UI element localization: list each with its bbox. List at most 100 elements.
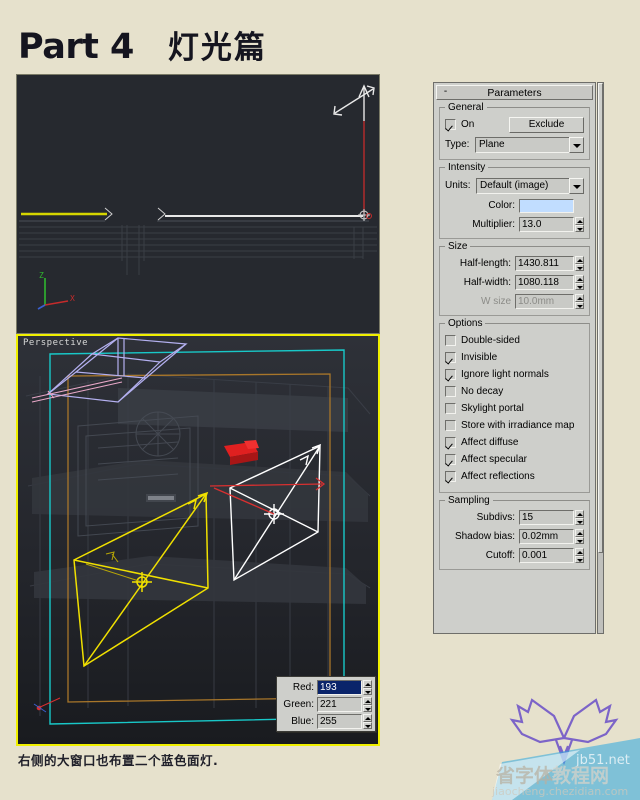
general-on-row: On Exclude [445, 116, 584, 133]
option-checkbox[interactable] [445, 385, 456, 397]
title-chinese: 灯光篇 [167, 30, 267, 66]
page-root: Part 4 灯光篇 Z X Perspective Red: 193 Gree… [0, 0, 640, 800]
viewport-perspective-label: Perspective [23, 338, 89, 348]
option-checkbox[interactable] [445, 368, 456, 380]
type-value: Plane [475, 136, 569, 153]
option-checkbox[interactable] [445, 453, 456, 465]
option-row[interactable]: Double-sided [445, 333, 584, 347]
watermark-cn-left: 省字体 [495, 764, 554, 787]
type-label: Type: [445, 139, 470, 150]
sampling-shadow-bias-row: Shadow bias: 0.02mm [445, 529, 584, 544]
group-size: Size Half-length: 1430.811 Half-width: 1… [439, 241, 590, 316]
blue-input[interactable]: 255 [317, 714, 362, 729]
red-input[interactable]: 193 [317, 680, 362, 695]
option-checkbox[interactable] [445, 402, 456, 414]
group-general: General On Exclude Type: Plane [439, 102, 590, 160]
group-options-label: Options [445, 318, 486, 329]
rgb-row-blue: Blue: 255 [280, 714, 372, 729]
subdivs-label: Subdivs: [476, 512, 515, 523]
blue-spinner[interactable] [363, 714, 372, 729]
option-label: Affect diffuse [461, 436, 519, 448]
page-title: Part 4 灯光篇 [18, 22, 267, 67]
group-general-label: General [445, 102, 487, 113]
wings-logo-icon [509, 698, 619, 766]
subdivs-spinner[interactable] [575, 510, 584, 525]
option-row[interactable]: Affect diffuse [445, 435, 584, 449]
chevron-down-icon[interactable] [569, 136, 584, 153]
red-spinner[interactable] [363, 680, 372, 695]
watermark: jb51.net 省字体 教程网 jiaocheng.chezidian.com [488, 676, 640, 800]
half-width-label: Half-width: [463, 277, 511, 288]
watermark-url: jiaocheng.chezidian.com [491, 785, 628, 798]
intensity-color-row: Color: [445, 198, 584, 213]
rgb-row-green: Green: 221 [280, 697, 372, 712]
on-checkbox[interactable] [445, 119, 456, 130]
units-label: Units: [445, 180, 471, 191]
svg-text:X: X [70, 294, 75, 303]
half-width-input[interactable]: 1080.118 [515, 275, 574, 290]
option-row[interactable]: Affect reflections [445, 469, 584, 483]
option-row[interactable]: No decay [445, 384, 584, 398]
option-checkbox[interactable] [445, 470, 456, 482]
color-swatch[interactable] [519, 198, 574, 213]
option-checkbox[interactable] [445, 436, 456, 448]
option-checkbox[interactable] [445, 419, 456, 431]
blue-label: Blue: [291, 716, 314, 727]
option-label: Store with irradiance map [461, 419, 575, 431]
command-panel-scrollbar[interactable] [597, 82, 604, 634]
parameters-rollout-header[interactable]: - Parameters [436, 85, 593, 100]
rollout-collapse-icon[interactable]: - [440, 87, 451, 98]
multiplier-spinner[interactable] [575, 217, 584, 232]
half-length-label: Half-length: [459, 258, 511, 269]
half-length-input[interactable]: 1430.811 [515, 256, 574, 271]
rgb-color-picker[interactable]: Red: 193 Green: 221 Blue: 255 [276, 676, 376, 732]
shadow-bias-spinner[interactable] [575, 529, 584, 544]
half-width-spinner[interactable] [575, 275, 584, 290]
watermark-site: jb51.net [575, 753, 630, 768]
w-size-input: 10.0mm [515, 294, 574, 309]
exclude-button[interactable]: Exclude [509, 116, 584, 133]
option-label: Affect reflections [461, 470, 535, 482]
sampling-subdivs-row: Subdivs: 15 [445, 510, 584, 525]
rgb-row-red: Red: 193 [280, 680, 372, 695]
scrollbar-thumb[interactable] [598, 83, 603, 553]
title-part-number: Part 4 [18, 27, 134, 67]
viewport-front[interactable]: Z X [16, 74, 380, 334]
group-size-label: Size [445, 241, 471, 252]
green-input[interactable]: 221 [317, 697, 362, 712]
green-label: Green: [283, 699, 314, 710]
cutoff-spinner[interactable] [575, 548, 584, 563]
option-checkbox[interactable] [445, 351, 456, 363]
option-label: Double-sided [461, 334, 520, 346]
option-row[interactable]: Invisible [445, 350, 584, 364]
half-length-spinner[interactable] [575, 256, 584, 271]
option-row[interactable]: Store with irradiance map [445, 418, 584, 432]
size-half-length-row: Half-length: 1430.811 [445, 256, 584, 271]
type-dropdown[interactable]: Plane [475, 136, 584, 153]
multiplier-label: Multiplier: [472, 219, 515, 230]
w-size-spinner [575, 294, 584, 309]
chevron-down-icon[interactable] [569, 177, 584, 194]
sampling-cutoff-row: Cutoff: 0.001 [445, 548, 584, 563]
green-spinner[interactable] [363, 697, 372, 712]
group-intensity-label: Intensity [445, 162, 489, 173]
multiplier-input[interactable]: 13.0 [519, 217, 574, 232]
general-type-row: Type: Plane [445, 136, 584, 153]
size-half-width-row: Half-width: 1080.118 [445, 275, 584, 290]
cutoff-input[interactable]: 0.001 [519, 548, 574, 563]
rollout-title: Parameters [487, 86, 542, 99]
option-row[interactable]: Affect specular [445, 452, 584, 466]
subdivs-input[interactable]: 15 [519, 510, 574, 525]
figure-caption: 右侧的大窗口也布置二个蓝色面灯. [18, 753, 219, 768]
cutoff-label: Cutoff: [485, 550, 515, 561]
watermark-cn: 教程网 [552, 764, 609, 787]
red-label: Red: [292, 682, 314, 693]
option-row[interactable]: Skylight portal [445, 401, 584, 415]
option-label: Ignore light normals [461, 368, 549, 380]
option-checkbox[interactable] [445, 334, 456, 346]
viewport-perspective[interactable]: Perspective Red: 193 Green: 221 Blue: 25… [16, 334, 380, 746]
shadow-bias-input[interactable]: 0.02mm [519, 529, 574, 544]
option-row[interactable]: Ignore light normals [445, 367, 584, 381]
units-dropdown[interactable]: Default (image) [476, 177, 584, 194]
option-label: No decay [461, 385, 504, 397]
